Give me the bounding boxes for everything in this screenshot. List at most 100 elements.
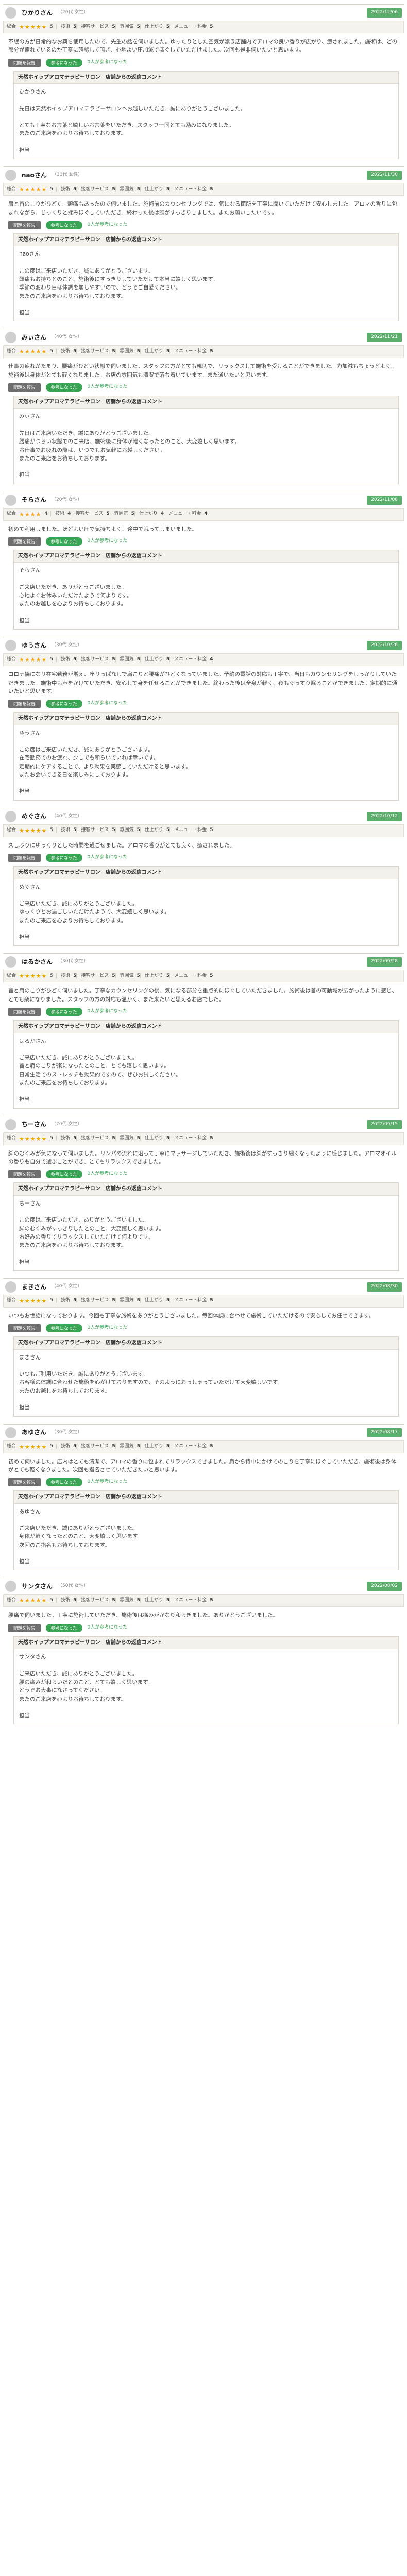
helpful-count: 0人が参考になった	[87, 855, 128, 860]
sub-rating-label: メニュー・料金	[168, 511, 201, 517]
helpful-button[interactable]: 参考になった	[45, 1170, 82, 1179]
helpful-button[interactable]: 参考になった	[45, 537, 82, 546]
sub-ratings: 技術 5 接客サービス 5 雰囲気 5 仕上がり 5 メニュー・料金 5	[56, 1135, 213, 1142]
reviewer-name: はるかさん	[22, 958, 53, 966]
sub-rating: メニュー・料金 5	[169, 1444, 213, 1449]
sub-rating: 仕上がり 5	[140, 1444, 170, 1449]
review-card: サンタさん （50代 女性） 2022/08/02 総合 ★★★★★ 5 技術 5…	[3, 1578, 404, 1725]
sub-rating: 接客サービス 5	[76, 186, 115, 192]
report-button[interactable]: 問題を報告	[8, 854, 41, 862]
review-card: まきさん （40代 女性） 2022/08/30 総合 ★★★★★ 5 技術 5 接…	[3, 1278, 404, 1417]
review-card: naoさん （30代 女性） 2022/11/30 総合 ★★★★★ 5 技術 5…	[3, 166, 404, 322]
sub-rating-label: 技術	[61, 24, 71, 29]
rating-label: 総合	[7, 348, 16, 354]
review-body: 肩と首のこりがひどく、頭痛もあったので伺いました。施術前のカウンセリングでは、気…	[8, 201, 398, 216]
sub-rating: 技術 5	[56, 827, 77, 833]
sub-rating-value: 5	[210, 1597, 213, 1603]
sub-rating: メニュー・料金 5	[169, 1136, 213, 1141]
reply-header: 天然ホイップアロマテラピーサロン 店舗からの返信コメント	[14, 1491, 398, 1504]
helpful-button[interactable]: 参考になった	[45, 700, 82, 708]
review-header: サンタさん （50代 女性） 2022/08/02	[3, 1578, 404, 1594]
report-button[interactable]: 問題を報告	[8, 1170, 41, 1179]
sub-rating-value: 5	[112, 186, 115, 192]
sub-rating: 雰囲気 5	[115, 1597, 140, 1603]
review-body: コロナ禍になり在宅勤務が増え、座りっぱなしで肩こりと腰痛がひどくなっていました。…	[8, 671, 397, 694]
helpful-count: 0人が参考になった	[87, 222, 128, 227]
helpful-button[interactable]: 参考になった	[45, 1008, 82, 1016]
post-date: 2022/11/08	[367, 495, 402, 505]
sub-rating-value: 5	[137, 1597, 140, 1603]
sub-rating: 雰囲気 5	[109, 511, 135, 517]
reply-body: めぐさん ご来店いただき、誠にありがとうございました。 ゆっくりとお過ごしいただ…	[19, 884, 170, 941]
rating-score: 5	[50, 1444, 54, 1449]
report-button[interactable]: 問題を報告	[8, 1478, 41, 1487]
report-button[interactable]: 問題を報告	[8, 383, 41, 392]
helpful-button[interactable]: 参考になった	[45, 221, 82, 229]
report-button[interactable]: 問題を報告	[8, 1008, 41, 1016]
sub-rating-label: 接客サービス	[81, 1444, 109, 1449]
sub-rating-value: 5	[137, 186, 140, 192]
sub-rating: 仕上がり 5	[140, 827, 170, 833]
sub-rating: 技術 5	[56, 186, 77, 192]
sub-rating-value: 5	[137, 24, 140, 29]
reviewer-meta: （40代 女性）	[52, 334, 82, 340]
shop-reply: 天然ホイップアロマテラピーサロン 店舗からの返信コメント サンタさん ご来店いた…	[13, 1636, 399, 1725]
sub-rating-label: メニュー・料金	[174, 1597, 207, 1603]
reply-body: はるかさん ご来店いただき、誠にありがとうございました。 首と肩のこりが楽になっ…	[19, 1038, 181, 1103]
rating-row: 総合 ★★★★★ 5 技術 5 接客サービス 5 雰囲気 5 仕上がり 5 メニュー・料金 5	[3, 345, 404, 359]
helpful-button[interactable]: 参考になった	[45, 58, 82, 67]
rating-score: 5	[50, 656, 54, 662]
report-button[interactable]: 問題を報告	[8, 221, 41, 229]
sub-rating-label: 技術	[61, 1136, 71, 1141]
helpful-button[interactable]: 参考になった	[45, 854, 82, 862]
helpful-button[interactable]: 参考になった	[45, 383, 82, 392]
review-header: ゆうさん （30代 女性） 2022/10/26	[3, 637, 404, 653]
sub-rating: メニュー・料金 4	[169, 656, 213, 662]
review-actions: 問題を報告 参考になった 0人が参考になった	[3, 1322, 404, 1335]
sub-rating-label: 技術	[61, 656, 71, 662]
reply-body: まきさん いつもご利用いただき、誠にありがとうございます。 お客様の体調に合わせ…	[19, 1354, 283, 1411]
sub-rating-value: 5	[210, 827, 213, 833]
reply-body: ちーさん この度はご来店いただき、ありがとうございました。 脚のむくみがすっきり…	[19, 1200, 164, 1265]
star-rating-icon: ★★★★	[19, 511, 42, 518]
rating-label: 総合	[7, 1597, 16, 1603]
rating-score: 5	[50, 1136, 54, 1141]
sub-rating: 技術 5	[56, 1136, 77, 1141]
helpful-button[interactable]: 参考になった	[45, 1324, 82, 1333]
helpful-count: 0人が参考になった	[87, 538, 128, 544]
sub-rating-value: 5	[112, 348, 115, 354]
report-button[interactable]: 問題を報告	[8, 537, 41, 546]
helpful-button[interactable]: 参考になった	[45, 1478, 82, 1487]
sub-rating-label: 仕上がり	[144, 24, 163, 29]
sub-rating-label: メニュー・料金	[174, 1444, 207, 1449]
report-button[interactable]: 問題を報告	[8, 58, 41, 67]
report-button[interactable]: 問題を報告	[8, 700, 41, 708]
rating-label: 総合	[7, 511, 16, 517]
sub-rating: 接客サービス 5	[76, 656, 115, 662]
sub-rating-label: メニュー・料金	[174, 24, 207, 29]
review-body: 初めて伺いました。店内はとても清潔で、アロマの香りに包まれてリラックスできました…	[8, 1458, 397, 1473]
report-button[interactable]: 問題を報告	[8, 1623, 41, 1632]
review-body: 腰痛で伺いました。丁寧に施術していただき、施術後は痛みがかなり和らぎました。あり…	[8, 1612, 278, 1619]
reviewer-meta: （40代 女性）	[52, 813, 82, 819]
helpful-button[interactable]: 参考になった	[45, 1623, 82, 1632]
sub-rating: 技術 5	[56, 1444, 77, 1449]
post-date: 2022/12/06	[367, 8, 402, 18]
sub-rating-label: 仕上がり	[144, 656, 163, 662]
reviewer-name: ゆうさん	[22, 641, 47, 649]
shop-reply: 天然ホイップアロマテラピーサロン 店舗からの返信コメント ちーさん この度はご来…	[13, 1182, 399, 1271]
reply-body: サンタさん ご来店いただき、誠にありがとうございました。 腰の痛みが和らいだとの…	[19, 1654, 154, 1719]
reply-body: あゆさん ご来店いただき、誠にありがとうございました。 身体が軽くなったとのこと…	[19, 1508, 143, 1565]
sub-rating-label: 接客サービス	[81, 1136, 109, 1141]
sub-rating-label: 雰囲気	[120, 1444, 134, 1449]
helpful-count: 0人が参考になった	[87, 1325, 128, 1331]
user-avatar-icon	[5, 332, 16, 344]
sub-rating-label: メニュー・料金	[174, 656, 207, 662]
sub-rating-label: メニュー・料金	[174, 827, 207, 833]
sub-rating-label: 技術	[55, 511, 65, 517]
report-button[interactable]: 問題を報告	[8, 1324, 41, 1333]
review-body: いつもお世話になっております。今回も丁寧な施術をありがとうございました。毎回体調…	[8, 1312, 375, 1319]
sub-rating: 技術 5	[56, 348, 77, 354]
reply-header: 天然ホイップアロマテラピーサロン 店舗からの返信コメント	[14, 1021, 398, 1033]
reviewer-meta: （30代 女性）	[52, 1429, 82, 1435]
